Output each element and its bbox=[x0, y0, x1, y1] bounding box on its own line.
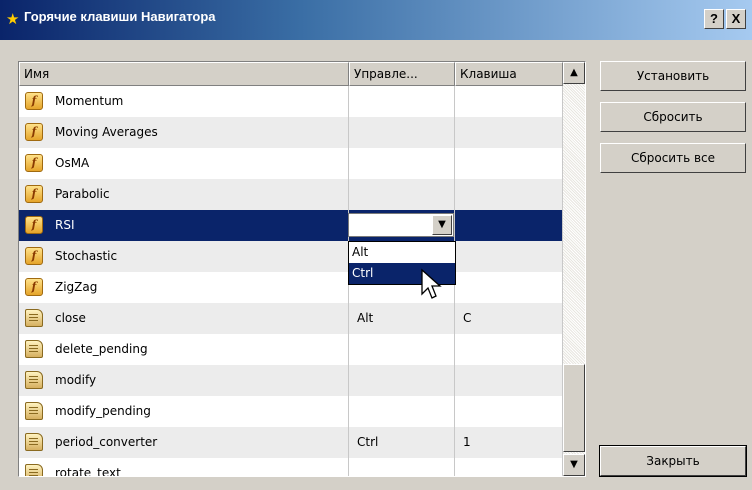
help-button[interactable]: ? bbox=[704, 9, 724, 29]
cell-key[interactable]: 1 bbox=[455, 427, 563, 458]
column-header-name[interactable]: Имя bbox=[19, 62, 349, 86]
set-button[interactable]: Установить bbox=[600, 61, 746, 91]
table-row[interactable]: f Momentum bbox=[19, 86, 563, 117]
cell-control[interactable] bbox=[349, 458, 455, 476]
mouse-pointer-icon bbox=[421, 268, 442, 299]
cell-name[interactable]: ZigZag bbox=[19, 272, 349, 303]
title-bar: ★ Горячие клавиши Навигатора ? X bbox=[0, 0, 752, 40]
table-row[interactable]: delete_pending bbox=[19, 334, 563, 365]
dropdown-option-alt[interactable]: Alt bbox=[349, 242, 455, 263]
table-row[interactable]: f RSI bbox=[19, 210, 563, 241]
cell-name[interactable]: Momentum bbox=[19, 86, 349, 117]
cell-key[interactable] bbox=[455, 117, 563, 148]
star-icon: ★ bbox=[6, 10, 20, 28]
cell-key[interactable] bbox=[455, 179, 563, 210]
hotkeys-table[interactable]: Имя Управле... Клавиша f Momentum f Moving … bbox=[18, 61, 586, 477]
cell-name[interactable]: rotate_text bbox=[19, 458, 349, 476]
cell-control[interactable] bbox=[349, 117, 455, 148]
cell-control[interactable] bbox=[349, 148, 455, 179]
close-button[interactable]: Закрыть bbox=[599, 445, 747, 477]
reset-all-button[interactable]: Сбросить все bbox=[600, 143, 746, 173]
cell-name[interactable]: Parabolic bbox=[19, 179, 349, 210]
table-row[interactable]: f Stochastic bbox=[19, 241, 563, 272]
table-row[interactable]: f OsMA bbox=[19, 148, 563, 179]
cell-key[interactable] bbox=[455, 86, 563, 117]
cell-name[interactable]: modify bbox=[19, 365, 349, 396]
cell-key[interactable] bbox=[455, 396, 563, 427]
scroll-thumb[interactable] bbox=[563, 364, 585, 452]
reset-button[interactable]: Сбросить bbox=[600, 102, 746, 132]
cell-name[interactable]: period_converter bbox=[19, 427, 349, 458]
cell-control[interactable] bbox=[349, 365, 455, 396]
cell-name[interactable]: RSI bbox=[19, 210, 349, 241]
table-row[interactable]: f Moving Averages bbox=[19, 117, 563, 148]
table-row[interactable]: modify bbox=[19, 365, 563, 396]
cell-name[interactable]: OsMA bbox=[19, 148, 349, 179]
control-key-combo[interactable]: ▼ bbox=[348, 213, 454, 237]
cell-key[interactable] bbox=[455, 365, 563, 396]
table-row[interactable]: rotate_text bbox=[19, 458, 563, 476]
window-title: Горячие клавиши Навигатора bbox=[24, 9, 216, 24]
scroll-down-button[interactable]: ▼ bbox=[563, 454, 585, 476]
cell-control[interactable] bbox=[349, 396, 455, 427]
cell-key[interactable] bbox=[455, 210, 563, 241]
cell-key[interactable] bbox=[455, 458, 563, 476]
cell-control[interactable] bbox=[349, 86, 455, 117]
cell-key[interactable] bbox=[455, 241, 563, 272]
cell-name[interactable]: Stochastic bbox=[19, 241, 349, 272]
cell-name[interactable]: delete_pending bbox=[19, 334, 349, 365]
cell-name[interactable]: Moving Averages bbox=[19, 117, 349, 148]
cell-name[interactable]: close bbox=[19, 303, 349, 334]
cell-key[interactable] bbox=[455, 272, 563, 303]
column-header-key[interactable]: Клавиша bbox=[455, 62, 563, 86]
scroll-up-button[interactable]: ▲ bbox=[563, 62, 585, 84]
cell-control[interactable] bbox=[349, 334, 455, 365]
cell-key[interactable] bbox=[455, 148, 563, 179]
table-row[interactable]: period_converter Ctrl 1 bbox=[19, 427, 563, 458]
cell-key[interactable] bbox=[455, 334, 563, 365]
close-window-button[interactable]: X bbox=[726, 9, 746, 29]
vertical-scrollbar[interactable]: ▲ ▼ bbox=[563, 62, 585, 476]
table-row[interactable]: close Alt C bbox=[19, 303, 563, 334]
cell-key[interactable]: C bbox=[455, 303, 563, 334]
table-row[interactable]: f ZigZag bbox=[19, 272, 563, 303]
cell-control[interactable]: Ctrl bbox=[349, 427, 455, 458]
dropdown-arrow-icon[interactable]: ▼ bbox=[432, 215, 452, 235]
cell-control[interactable] bbox=[349, 179, 455, 210]
cell-control[interactable]: Alt bbox=[349, 303, 455, 334]
cell-name[interactable]: modify_pending bbox=[19, 396, 349, 427]
table-row[interactable]: f Parabolic bbox=[19, 179, 563, 210]
table-row[interactable]: modify_pending bbox=[19, 396, 563, 427]
column-header-control[interactable]: Управле... bbox=[349, 62, 455, 86]
